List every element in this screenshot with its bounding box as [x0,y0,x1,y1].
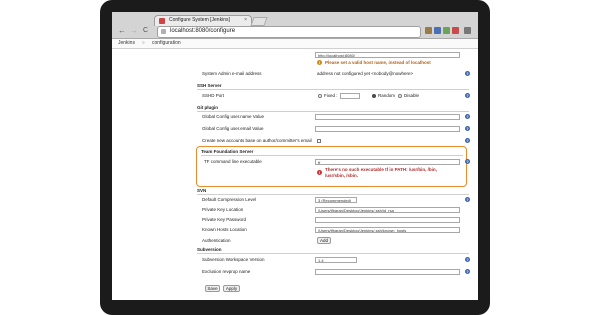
subversion-exclusion-input[interactable] [315,269,460,275]
ssh-disable-radio[interactable] [398,94,402,98]
divider [201,155,463,156]
divider [197,89,469,90]
browser-window: Configure System [Jenkins] × ← → C local… [112,12,478,300]
tf-executable-label: TF command line executable [204,159,262,164]
svn-pk-password-input[interactable] [315,217,460,223]
help-icon[interactable]: ? [465,71,470,76]
forward-button[interactable]: → [130,27,138,35]
help-icon[interactable]: ? [465,197,470,202]
extension-icon[interactable] [425,27,432,34]
menu-icon[interactable] [464,27,471,34]
admin-email-value: address not configured yet <nobody@nowhe… [317,71,414,76]
svn-pk-location-label: Private Key Location [202,207,244,212]
svn-known-hosts-input[interactable]: /Users/lfbaran/Desktop/Jenkins/.ssh/know… [315,227,460,233]
breadcrumb-jenkins[interactable]: Jenkins [118,40,135,46]
address-bar[interactable]: localhost:8080/configure [157,26,421,38]
reload-button[interactable]: C [143,27,148,35]
svn-pk-password-label: Private Key Password [202,217,247,222]
help-icon[interactable]: ? [465,269,470,274]
browser-tab[interactable]: Configure System [Jenkins] × [154,15,252,26]
error-icon: ! [317,170,322,175]
git-section-title: Git plugin [197,105,218,110]
git-username-input[interactable] [315,114,460,120]
sshd-port-label: SSHD Port [202,93,225,98]
tab-close-icon[interactable]: × [244,17,247,23]
ssh-fixed-label: Fixed : [324,93,338,98]
laptop-bezel: Configure System [Jenkins] × ← → C local… [100,0,490,315]
ssh-random-label: Random [378,93,396,98]
svn-compression-label: Default Compression Level [202,197,257,202]
tf-error-message: There's no such executable tf in PATH: /… [325,167,465,179]
svn-section-title: SVN [197,188,207,193]
admin-email-label: System Admin e-mail address [202,71,262,76]
breadcrumb-separator: » [142,40,145,46]
ssh-fixed-radio[interactable] [318,94,322,98]
breadcrumb: Jenkins » configuration [112,39,478,49]
save-button[interactable]: Save [205,285,220,292]
help-icon[interactable]: ? [465,257,470,262]
subversion-exclusion-label: Exclusion revprop name [202,269,251,274]
help-icon[interactable]: ? [465,93,470,98]
divider [197,194,469,195]
git-email-label: Global Config user.email Value [202,126,264,131]
svn-pk-location-input[interactable]: /Users/lfbaran/Desktop/Jenkins/.ssh/id_r… [315,207,460,213]
git-username-label: Global Config user.name Value [202,114,264,119]
ssh-port-input[interactable] [340,93,360,99]
ssh-random-radio[interactable] [372,94,376,98]
tfs-section-title: Team Foundation Server [201,149,254,154]
svn-auth-add-button[interactable]: Add [317,237,331,244]
extension-icon[interactable] [443,27,450,34]
extension-icon[interactable] [434,27,441,34]
page-icon [161,29,166,34]
ssh-section-title: SSH Server [197,83,222,88]
new-tab-button[interactable] [250,17,268,26]
extension-icon[interactable] [452,27,459,34]
ssh-disable-label: Disable [404,93,420,98]
git-create-accounts-checkbox[interactable] [317,139,321,143]
svn-compression-select[interactable]: 3 (Recommended) [315,197,357,203]
warning-icon: ! [317,60,322,65]
jenkins-favicon-icon [159,18,165,24]
help-icon[interactable]: ? [465,159,470,164]
help-icon[interactable]: ? [465,114,470,119]
help-icon[interactable]: ? [465,126,470,131]
help-icon[interactable]: ? [465,138,470,143]
tf-error-line-2: /usr/sbin, /sbin. [325,173,359,178]
subversion-workspace-label: Subversion Workspace Version [202,257,265,262]
tf-executable-input[interactable]: tf [315,159,460,165]
apply-button[interactable]: Apply [223,285,240,292]
back-button[interactable]: ← [118,27,126,35]
jenkins-url-input[interactable]: http://localhost:8080/ [315,52,460,58]
breadcrumb-configuration[interactable]: configuration [152,40,181,46]
divider [197,253,469,254]
git-email-input[interactable] [315,126,460,132]
svn-known-hosts-label: Known Hosts Location [202,227,247,232]
divider [197,111,469,112]
git-create-accounts-label: Create new accounts base on author/commi… [202,138,312,143]
svn-auth-label: Authentication [202,238,231,243]
subversion-workspace-select[interactable]: 1.4 [315,257,357,263]
subversion-section-title: Subversion [197,247,222,252]
browser-chrome: Configure System [Jenkins] × ← → C local… [112,12,478,39]
url-warning-text: Please set a valid host name, instead of… [325,60,431,65]
url-text: localhost:8080/configure [170,28,236,34]
tab-title: Configure System [Jenkins] [169,17,230,23]
